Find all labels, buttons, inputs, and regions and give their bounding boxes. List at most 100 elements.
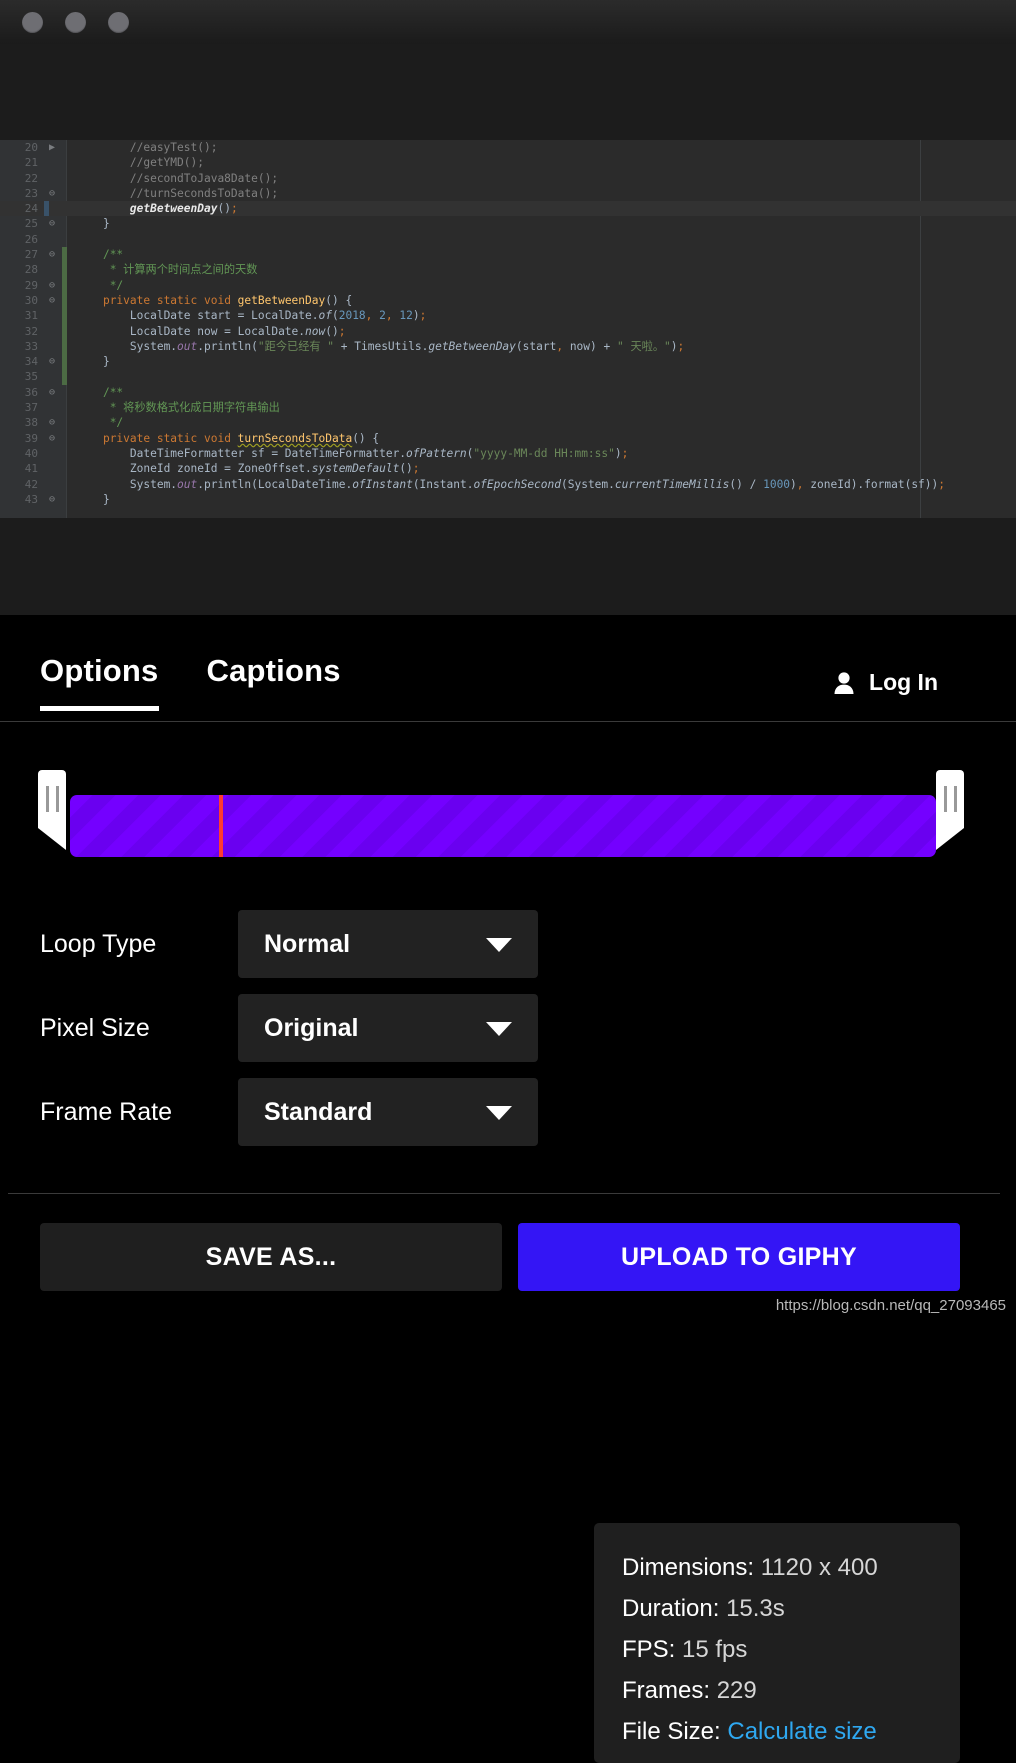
tab-list: Options Captions (40, 653, 341, 711)
line-code: } (76, 216, 110, 231)
pixel-size-value: Original (264, 1014, 358, 1043)
line-number: 32 (0, 324, 38, 339)
code-line: 42 System.out.println(LocalDateTime.ofIn… (0, 477, 1016, 492)
code-line: 27⊖ /** (0, 247, 1016, 262)
info-fps-value: 15 fps (682, 1636, 747, 1663)
info-fps-label: FPS: (622, 1636, 675, 1663)
code-line: 41 ZoneId zoneId = ZoneOffset.systemDefa… (0, 461, 1016, 476)
fold-marker[interactable]: ⊖ (44, 385, 60, 400)
tab-captions[interactable]: Captions (207, 653, 341, 711)
line-number: 36 (0, 385, 38, 400)
line-code: * 计算两个时间点之间的天数 (76, 262, 257, 277)
pixel-size-label: Pixel Size (40, 1014, 238, 1043)
info-duration-label: Duration: (622, 1595, 719, 1622)
line-code: //secondToJava8Date(); (76, 171, 278, 186)
line-number: 42 (0, 477, 38, 492)
save-as-button[interactable]: SAVE AS... (40, 1223, 502, 1291)
pixel-size-row: Pixel Size Original (40, 994, 540, 1062)
app-root: 20▶ //easyTest();21 //getYMD();22 //seco… (0, 0, 1016, 1326)
line-code: } (76, 492, 110, 507)
code-line: 33 System.out.println("距今已经有 " + TimesUt… (0, 339, 1016, 354)
capture-preview-area: 20▶ //easyTest();21 //getYMD();22 //seco… (0, 44, 1016, 615)
line-number: 29 (0, 278, 38, 293)
code-line: 24 getBetweenDay(); (0, 201, 1016, 216)
code-line: 34⊖ } (0, 354, 1016, 369)
login-button[interactable]: Log In (833, 669, 938, 696)
code-line: 26 (0, 232, 1016, 247)
code-line: 30⊖ private static void getBetweenDay() … (0, 293, 1016, 308)
close-button[interactable] (22, 12, 43, 33)
fold-marker[interactable]: ⊖ (44, 415, 60, 430)
fold-marker[interactable]: ▶ (44, 140, 60, 155)
fold-marker[interactable]: ⊖ (44, 216, 60, 231)
line-number: 38 (0, 415, 38, 430)
line-number: 43 (0, 492, 38, 507)
drag-handle-icon (936, 786, 964, 812)
line-number: 28 (0, 262, 38, 277)
line-number: 39 (0, 431, 38, 446)
frame-rate-value: Standard (264, 1098, 372, 1127)
window-titlebar (0, 0, 1016, 45)
info-frames-value: 229 (717, 1677, 757, 1704)
fold-marker[interactable]: ⊖ (44, 186, 60, 201)
drag-handle-icon (38, 786, 66, 812)
line-number: 35 (0, 369, 38, 384)
minimize-button[interactable] (65, 12, 86, 33)
tab-bar: Options Captions Log In (0, 615, 1016, 722)
line-number: 41 (0, 461, 38, 476)
trim-timeline[interactable] (0, 722, 1016, 890)
line-number: 40 (0, 446, 38, 461)
line-code: /** (76, 385, 123, 400)
line-code: */ (76, 278, 123, 293)
fold-marker[interactable]: ⊖ (44, 247, 60, 262)
fold-marker[interactable]: ⊖ (44, 492, 60, 507)
line-code: /** (76, 247, 123, 262)
line-code: getBetweenDay(); (76, 201, 238, 216)
line-number: 21 (0, 155, 38, 170)
line-code: //turnSecondsToData(); (76, 186, 278, 201)
code-line: 39 ⊖ private static void turnSecondsToDat… (0, 431, 1016, 446)
line-code: private static void turnSecondsToData() … (76, 431, 379, 446)
line-number: 26 (0, 232, 38, 247)
chevron-down-icon (486, 1022, 512, 1036)
playhead-marker[interactable] (219, 795, 223, 857)
zoom-button[interactable] (108, 12, 129, 33)
loop-type-value: Normal (264, 930, 350, 959)
line-code: private static void getBetweenDay() { (76, 293, 352, 308)
frame-rate-row: Frame RateStandard (40, 1078, 540, 1146)
code-line: 22 //secondToJava8Date(); (0, 171, 1016, 186)
line-code: //getYMD(); (76, 155, 204, 170)
code-editor[interactable]: 20▶ //easyTest();21 //getYMD();22 //seco… (0, 140, 1016, 518)
code-line: 32 LocalDate now = LocalDate.now(); (0, 324, 1016, 339)
code-line: 20▶ //easyTest(); (0, 140, 1016, 155)
frame-rate-select[interactable]: Standard (238, 1078, 538, 1146)
gif-info-box: Dimensions: 1120 x 400 Duration: 15.3s F… (594, 1523, 960, 1763)
timeline-track[interactable] (70, 795, 936, 857)
code-line: 31 LocalDate start = LocalDate.of(2018, … (0, 308, 1016, 323)
fold-marker[interactable]: ⊖ (44, 293, 60, 308)
upload-to-giphy-button[interactable]: UPLOAD TO GIPHY (518, 1223, 960, 1291)
code-line: 36 ⊖ /** (0, 385, 1016, 400)
info-filesize-label: File Size: (622, 1718, 721, 1745)
calculate-size-link[interactable]: Calculate size (727, 1718, 876, 1745)
code-line: 35 (0, 369, 1016, 384)
info-dimensions-value: 1120 x 400 (761, 1554, 878, 1581)
fold-marker[interactable]: ⊖ (44, 431, 60, 446)
loop-type-select[interactable]: Normal (238, 910, 538, 978)
login-label: Log In (869, 669, 938, 696)
line-number: 24 (0, 201, 38, 216)
loop-type-row: Loop TypeNormal (40, 910, 540, 978)
info-duration: Duration: 15.3s (622, 1588, 960, 1629)
line-number: 23 (0, 186, 38, 201)
fold-marker[interactable]: ⊖ (44, 354, 60, 369)
trim-handle-right[interactable] (936, 770, 964, 828)
tab-options[interactable]: Options (40, 653, 159, 711)
code-line: 23 ⊖ //turnSecondsToData(); (0, 186, 1016, 201)
info-filesize: File Size: Calculate size (622, 1711, 960, 1752)
pixel-size-select[interactable]: Original (238, 994, 538, 1062)
fold-marker[interactable]: ⊖ (44, 278, 60, 293)
code-line: 38⊖ */ (0, 415, 1016, 430)
trim-handle-left[interactable] (38, 770, 66, 828)
info-dimensions-label: Dimensions: (622, 1554, 754, 1581)
line-number: 33 (0, 339, 38, 354)
